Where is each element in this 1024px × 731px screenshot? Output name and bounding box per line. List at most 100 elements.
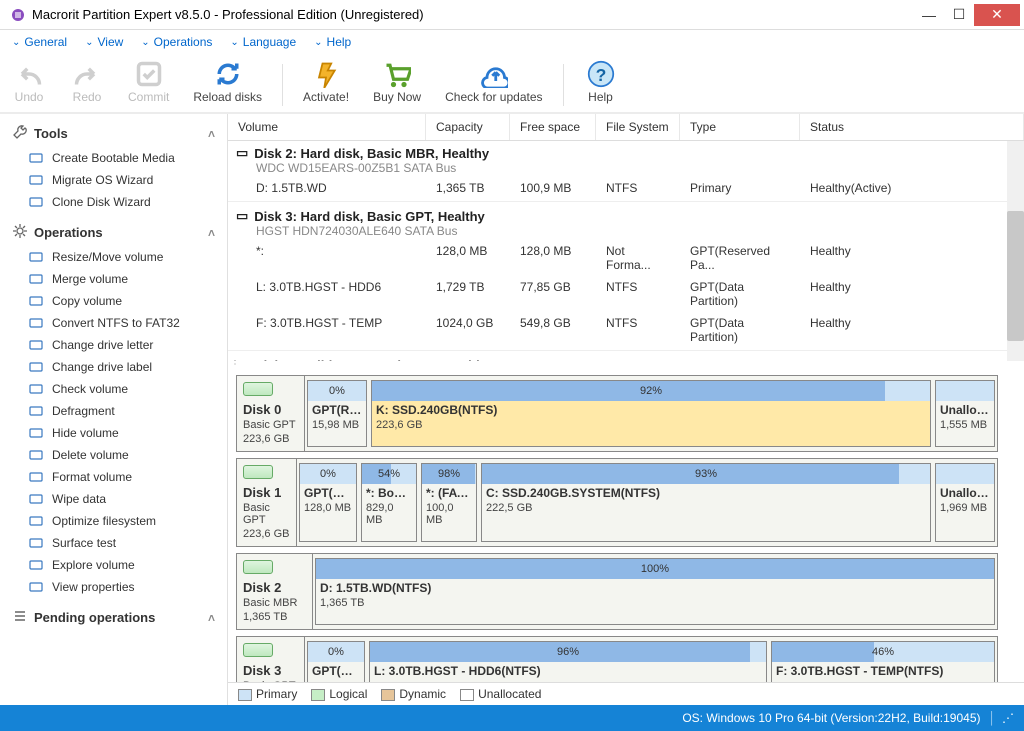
- volume-row[interactable]: *:128,0 MB128,0 MBNot Forma...GPT(Reserv…: [228, 240, 1024, 276]
- ops-item-copy-volume[interactable]: Copy volume: [4, 290, 223, 312]
- ops-item-change-drive-letter[interactable]: Change drive letter: [4, 334, 223, 356]
- ops-item-defragment[interactable]: Defragment: [4, 400, 223, 422]
- legend-primary: Primary: [238, 687, 297, 701]
- sidebar-tools-label: Tools: [34, 126, 68, 141]
- sidebar: Tools ˄ Create Bootable MediaMigrate OS …: [0, 114, 228, 705]
- action-icon: [28, 150, 44, 166]
- toolbar-redo-button: Redo: [64, 58, 110, 106]
- maximize-button[interactable]: ☐: [944, 4, 974, 26]
- toolbar-commit-button: Commit: [122, 58, 175, 106]
- ops-item-resize-move-volume[interactable]: Resize/Move volume: [4, 246, 223, 268]
- ops-item-convert-ntfs-to-fat32[interactable]: Convert NTFS to FAT32: [4, 312, 223, 334]
- volume-row[interactable]: L: 3.0TB.HGST - HDD61,729 TB77,85 GBNTFS…: [228, 276, 1024, 312]
- disk-map-label[interactable]: Disk 2Basic MBR1,365 TB: [237, 554, 313, 629]
- col-type[interactable]: Type: [680, 114, 800, 140]
- sidebar-operations: Operations ˄ Resize/Move volumeMerge vol…: [4, 219, 223, 598]
- gear-icon: [12, 223, 28, 242]
- toolbar-help-button[interactable]: ?Help: [578, 58, 624, 106]
- toolbar-updates-button[interactable]: Check for updates: [439, 58, 548, 106]
- disk-maps: Disk 0Basic GPT223,6 GB0%GPT(Re...15,98 …: [228, 367, 1024, 682]
- disk-drive-icon: [243, 382, 273, 396]
- toolbar-separator: [282, 64, 283, 106]
- disk-icon: ▭: [236, 208, 248, 224]
- partition-block[interactable]: 93%C: SSD.240GB.SYSTEM(NTFS)222,5 GB: [481, 463, 931, 542]
- volume-row[interactable]: F: 3.0TB.HGST - TEMP1024,0 GB549,8 GBNTF…: [228, 312, 1024, 348]
- tools-item-migrate-os-wizard[interactable]: Migrate OS Wizard: [4, 169, 223, 191]
- menu-operations[interactable]: ⌄Operations: [133, 33, 220, 51]
- partition-block[interactable]: 96%L: 3.0TB.HGST - HDD6(NTFS): [369, 641, 767, 682]
- col-free-space[interactable]: Free space: [510, 114, 596, 140]
- partition-block[interactable]: 92%K: SSD.240GB(NTFS)223,6 GB: [371, 380, 931, 447]
- activate-icon: [312, 60, 340, 88]
- main: Tools ˄ Create Bootable MediaMigrate OS …: [0, 114, 1024, 705]
- titlebar: Macrorit Partition Expert v8.5.0 - Profe…: [0, 0, 1024, 30]
- partition-block[interactable]: Unalloc...1,969 MB: [935, 463, 995, 542]
- disk-map-label[interactable]: Disk 0Basic GPT223,6 GB: [237, 376, 305, 451]
- statusbar: OS: Windows 10 Pro 64-bit (Version:22H2,…: [0, 705, 1024, 731]
- toolbar-buy-button[interactable]: Buy Now: [367, 58, 427, 106]
- action-icon: [28, 381, 44, 397]
- toolbar-activate-button[interactable]: Activate!: [297, 58, 355, 106]
- wrench-icon: [12, 124, 28, 143]
- partition-block[interactable]: 98%*: (FAT...100,0 MB: [421, 463, 477, 542]
- disk-icon: ▭: [236, 145, 248, 161]
- partition-block[interactable]: 46%F: 3.0TB.HGST - TEMP(NTFS): [771, 641, 995, 682]
- sidebar-operations-header[interactable]: Operations ˄: [4, 219, 223, 246]
- scrollbar-thumb[interactable]: [1007, 211, 1024, 341]
- legend-dynamic: Dynamic: [381, 687, 446, 701]
- ops-item-check-volume[interactable]: Check volume: [4, 378, 223, 400]
- menu-general[interactable]: ⌄General: [4, 33, 75, 51]
- action-icon: [28, 513, 44, 529]
- ops-item-format-volume[interactable]: Format volume: [4, 466, 223, 488]
- ops-item-view-properties[interactable]: View properties: [4, 576, 223, 598]
- partition-block[interactable]: 0%GPT(Re...15,98 MB: [307, 380, 367, 447]
- ops-item-surface-test[interactable]: Surface test: [4, 532, 223, 554]
- tools-item-create-bootable-media[interactable]: Create Bootable Media: [4, 147, 223, 169]
- disk-map: Disk 3Basic GPT0%GPT(Re...96%L: 3.0TB.HG…: [236, 636, 998, 682]
- ops-item-explore-volume[interactable]: Explore volume: [4, 554, 223, 576]
- toolbar-reload-button[interactable]: Reload disks: [187, 58, 268, 106]
- sidebar-pending: Pending operations ˄: [4, 604, 223, 631]
- disk-header[interactable]: ▭Disk 2: Hard disk, Basic MBR, Healthy: [228, 141, 1024, 161]
- disk-map-label[interactable]: Disk 1Basic GPT223,6 GB: [237, 459, 297, 546]
- menu-language[interactable]: ⌄Language: [222, 33, 304, 51]
- close-button[interactable]: ✕: [974, 4, 1020, 26]
- disk-header[interactable]: ▭Disk 3: Hard disk, Basic GPT, Healthy: [228, 204, 1024, 224]
- window-controls: — ☐ ✕: [914, 4, 1020, 26]
- volume-row[interactable]: D: 1.5TB.WD1,365 TB100,9 MBNTFSPrimaryHe…: [228, 177, 1024, 199]
- ops-item-hide-volume[interactable]: Hide volume: [4, 422, 223, 444]
- minimize-button[interactable]: —: [914, 4, 944, 26]
- partition-block[interactable]: 0%GPT(Re...128,0 MB: [299, 463, 357, 542]
- statusbar-text: OS: Windows 10 Pro 64-bit (Version:22H2,…: [682, 711, 980, 725]
- ops-item-wipe-data[interactable]: Wipe data: [4, 488, 223, 510]
- disk-icon: ▭: [236, 357, 248, 361]
- partition-block[interactable]: Unalloc...1,555 MB: [935, 380, 995, 447]
- partition-block[interactable]: 54%*: Bocc...829,0 MB: [361, 463, 417, 542]
- sidebar-pending-header[interactable]: Pending operations ˄: [4, 604, 223, 631]
- buy-icon: [383, 60, 411, 88]
- col-volume[interactable]: Volume: [228, 114, 426, 140]
- ops-item-change-drive-label[interactable]: Change drive label: [4, 356, 223, 378]
- disk-map-label[interactable]: Disk 3Basic GPT: [237, 637, 305, 682]
- chevron-down-icon: ⌄: [314, 37, 322, 48]
- disk-header[interactable]: ▭Disk 4: Solid state, Basic GPT, Healthy: [228, 353, 1024, 361]
- app-icon: [10, 7, 26, 23]
- volume-grid-header: Volume Capacity Free space File System T…: [228, 114, 1024, 141]
- col-filesystem[interactable]: File System: [596, 114, 680, 140]
- statusbar-divider: │: [989, 711, 997, 725]
- col-capacity[interactable]: Capacity: [426, 114, 510, 140]
- menu-help[interactable]: ⌄Help: [306, 33, 359, 51]
- sidebar-tools-header[interactable]: Tools ˄: [4, 120, 223, 147]
- col-status[interactable]: Status: [800, 114, 1024, 140]
- volume-list[interactable]: ▭Disk 2: Hard disk, Basic MBR, HealthyWD…: [228, 141, 1024, 361]
- ops-item-merge-volume[interactable]: Merge volume: [4, 268, 223, 290]
- action-icon: [28, 557, 44, 573]
- ops-item-delete-volume[interactable]: Delete volume: [4, 444, 223, 466]
- partition-block[interactable]: 0%GPT(Re...: [307, 641, 365, 682]
- tools-item-clone-disk-wizard[interactable]: Clone Disk Wizard: [4, 191, 223, 213]
- legend: Primary Logical Dynamic Unallocated: [228, 682, 1024, 705]
- disk-map: Disk 0Basic GPT223,6 GB0%GPT(Re...15,98 …: [236, 375, 998, 452]
- menu-view[interactable]: ⌄View: [77, 33, 131, 51]
- ops-item-optimize-filesystem[interactable]: Optimize filesystem: [4, 510, 223, 532]
- partition-block[interactable]: 100%D: 1.5TB.WD(NTFS)1,365 TB: [315, 558, 995, 625]
